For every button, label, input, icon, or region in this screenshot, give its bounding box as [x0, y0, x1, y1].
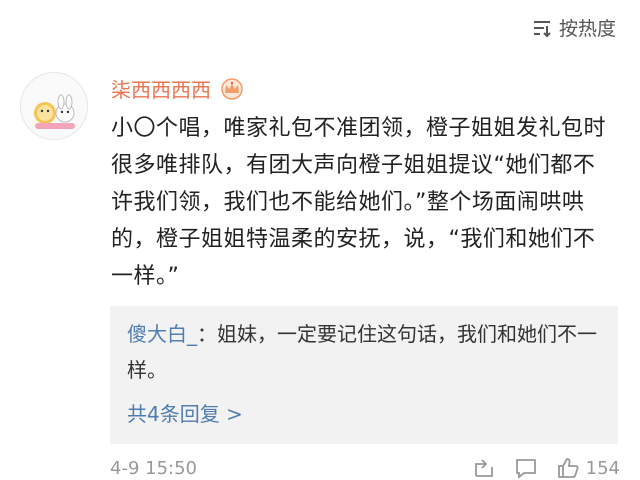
like-count: 154: [585, 457, 620, 479]
sort-by-hot-button[interactable]: 按热度: [531, 14, 616, 41]
reply-content: 傻大白_：姐妹，一定要记住这句话，我们和她们不一样。: [127, 316, 607, 388]
vip-crown-icon: [221, 77, 243, 100]
like-button[interactable]: 154: [556, 456, 620, 480]
more-replies-link[interactable]: 共4条回复 >: [127, 398, 243, 427]
comment-header: 柒西西西西: [111, 74, 245, 103]
reply-box[interactable]: 傻大白_：姐妹，一定要记住这句话，我们和她们不一样。 共4条回复 >: [110, 306, 618, 444]
comment-icon[interactable]: [514, 456, 538, 480]
reply-text: ：姐妹，一定要记住这句话，我们和她们不一样。: [127, 322, 597, 382]
thumbs-up-icon: [557, 458, 579, 478]
sort-lines-icon: [533, 20, 551, 37]
sort-label: 按热度: [558, 18, 616, 40]
comment-username[interactable]: 柒西西西西: [111, 74, 211, 103]
comment-body: 小〇个唱，唯家礼包不准团领，橙子姐姐发礼包时很多唯排队，有团大声向橙子姐姐提议“…: [111, 116, 607, 289]
avatar-image: [34, 94, 75, 129]
reply-username[interactable]: 傻大白_: [127, 322, 197, 346]
avatar[interactable]: [20, 72, 88, 140]
comment-timestamp: 4-9 15:50: [110, 458, 197, 479]
share-icon[interactable]: [472, 456, 496, 480]
comment-actions: 154: [472, 456, 620, 480]
